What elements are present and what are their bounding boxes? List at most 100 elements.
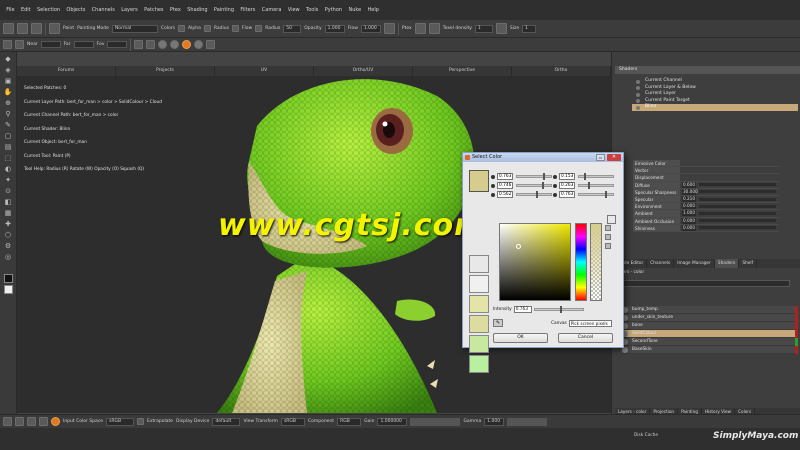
menu-tools[interactable]: Tools bbox=[303, 7, 322, 13]
input-color-space-select[interactable]: sRGB bbox=[105, 417, 134, 426]
shaded-sphere-icon[interactable] bbox=[158, 40, 168, 49]
gamma-slider[interactable] bbox=[507, 417, 548, 426]
menu-painting[interactable]: Painting bbox=[211, 7, 237, 13]
layer-row[interactable]: bump_temp bbox=[620, 305, 798, 314]
channel-slider[interactable] bbox=[578, 191, 614, 198]
dialog-title-bar[interactable]: Select Color ▭ ✕ bbox=[463, 153, 623, 162]
tab-orthouv[interactable]: Ortho/UV bbox=[314, 66, 413, 76]
foreground-color-swatch[interactable] bbox=[3, 274, 13, 283]
menu-help[interactable]: Help bbox=[364, 7, 382, 13]
tab-forums[interactable]: Forums bbox=[17, 66, 116, 76]
channel-value-field[interactable]: 0.153 bbox=[559, 173, 575, 180]
channel-slider[interactable] bbox=[578, 173, 614, 180]
flow-field[interactable]: 1.000 bbox=[360, 24, 381, 33]
tab-shelf[interactable]: Shelf bbox=[739, 259, 758, 268]
property-slider[interactable] bbox=[699, 197, 776, 201]
gain-slider[interactable] bbox=[410, 417, 461, 426]
move-icon[interactable] bbox=[15, 417, 24, 426]
ok-button[interactable]: OK bbox=[493, 333, 548, 343]
rotate-view-icon[interactable]: ⚲ bbox=[3, 110, 13, 119]
color-space-icon[interactable] bbox=[51, 417, 60, 426]
transform-icon[interactable]: ▣ bbox=[3, 77, 13, 86]
property-value-field[interactable]: 0.000 bbox=[682, 203, 696, 210]
scale-icon[interactable] bbox=[39, 417, 48, 426]
grid-icon[interactable]: ▦ bbox=[3, 209, 13, 218]
rotate-icon[interactable] bbox=[27, 417, 36, 426]
history-color-swatch[interactable] bbox=[469, 295, 489, 313]
channel-radio[interactable] bbox=[491, 183, 495, 188]
property-value-field[interactable]: 0.000 bbox=[682, 224, 696, 231]
channel-radio[interactable] bbox=[553, 192, 557, 197]
property-slider[interactable] bbox=[699, 226, 776, 230]
opacity-field[interactable]: 1.000 bbox=[324, 24, 345, 33]
texel-density-field[interactable]: 1 bbox=[474, 24, 493, 33]
paint-brush-icon[interactable] bbox=[49, 23, 60, 34]
background-color-swatch[interactable] bbox=[3, 285, 13, 294]
resize-icon[interactable] bbox=[495, 23, 507, 34]
near-field[interactable] bbox=[40, 41, 61, 48]
project-icon[interactable]: ⊙ bbox=[3, 187, 13, 196]
intensity-field[interactable]: 0.763 bbox=[513, 306, 532, 313]
channel-slider[interactable] bbox=[516, 182, 552, 189]
property-slider[interactable] bbox=[699, 183, 776, 187]
property-slider[interactable] bbox=[699, 219, 776, 223]
snapshot-icon[interactable] bbox=[206, 40, 216, 49]
menu-objects[interactable]: Objects bbox=[63, 7, 88, 13]
tab-perspective[interactable]: Perspective bbox=[413, 66, 512, 76]
wireframe-icon[interactable] bbox=[146, 40, 156, 49]
channel-slider[interactable] bbox=[578, 182, 614, 189]
select-icon[interactable]: ◆ bbox=[3, 55, 13, 64]
canvas-select[interactable]: Pick screen pixels bbox=[568, 320, 612, 327]
channel-value-field[interactable]: 0.763 bbox=[559, 191, 575, 198]
tab-ortho[interactable]: Ortho bbox=[512, 66, 611, 76]
layer-row[interactable]: SecondTone bbox=[620, 337, 798, 346]
settings-icon[interactable]: ⚙ bbox=[3, 242, 13, 251]
grid-icon[interactable] bbox=[134, 40, 144, 49]
history-color-swatch[interactable] bbox=[469, 275, 489, 293]
menu-nuke[interactable]: Nuke bbox=[345, 7, 364, 13]
menu-shading[interactable]: Shading bbox=[184, 7, 211, 13]
layer-row[interactable]: under_skin_texture bbox=[620, 313, 798, 322]
channel-radio[interactable] bbox=[491, 192, 495, 197]
gain-field[interactable]: 1.000000 bbox=[377, 417, 408, 426]
menu-filters[interactable]: Filters bbox=[237, 7, 258, 13]
shader-item[interactable]: Blinn bbox=[632, 104, 798, 111]
tab-shaders[interactable]: Shaders bbox=[714, 259, 740, 268]
reset-view-icon[interactable] bbox=[15, 40, 24, 49]
fill-icon[interactable]: ▤ bbox=[3, 143, 13, 152]
menu-edit[interactable]: Edit bbox=[18, 7, 34, 13]
intensity-slider[interactable] bbox=[533, 306, 584, 313]
new-icon[interactable] bbox=[3, 23, 14, 34]
radius-field[interactable]: 50 bbox=[283, 24, 302, 33]
blur-icon[interactable]: ◐ bbox=[3, 165, 13, 174]
menu-patches[interactable]: Patches bbox=[141, 7, 167, 13]
rgb-mode-icon[interactable] bbox=[605, 225, 611, 231]
open-icon[interactable] bbox=[17, 23, 28, 34]
close-icon[interactable]: ✕ bbox=[607, 154, 621, 161]
paint-icon[interactable]: ✎ bbox=[3, 121, 13, 130]
property-value-field[interactable]: 30.000 bbox=[682, 188, 698, 195]
tab-channels[interactable]: Channels bbox=[647, 259, 675, 268]
eyedropper-icon[interactable]: ✎ bbox=[493, 319, 503, 327]
history-color-swatch[interactable] bbox=[469, 315, 489, 333]
menu-channels[interactable]: Channels bbox=[89, 7, 119, 13]
layer-row[interactable]: bone bbox=[620, 321, 798, 330]
channel-radio[interactable] bbox=[553, 174, 557, 179]
property-value-field[interactable]: 1.000 bbox=[682, 210, 696, 217]
view-transform-select[interactable]: sRGB bbox=[280, 417, 305, 426]
fov-field[interactable] bbox=[107, 41, 128, 48]
channel-radio[interactable] bbox=[491, 174, 495, 179]
tab-image-manager[interactable]: Image Manager bbox=[674, 259, 715, 268]
channel-slider[interactable] bbox=[516, 191, 552, 198]
far-field[interactable] bbox=[73, 41, 94, 48]
radius-checkbox[interactable] bbox=[231, 25, 239, 32]
menu-file[interactable]: File bbox=[3, 7, 18, 13]
layer-blend-select[interactable] bbox=[620, 280, 790, 287]
camera-icon[interactable] bbox=[3, 40, 12, 49]
channel-value-field[interactable]: 0.562 bbox=[497, 191, 513, 198]
undo-icon[interactable] bbox=[3, 417, 12, 426]
property-slider[interactable] bbox=[699, 204, 776, 208]
save-icon[interactable] bbox=[31, 23, 42, 34]
cancel-button[interactable]: Cancel bbox=[558, 333, 613, 343]
lighting-icon[interactable] bbox=[194, 40, 204, 49]
